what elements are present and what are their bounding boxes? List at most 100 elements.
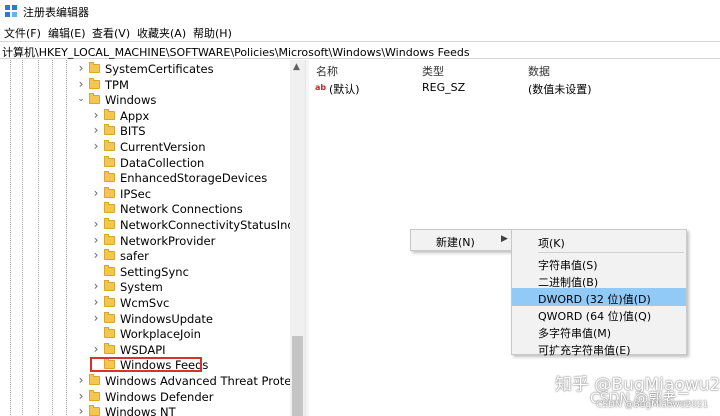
tree-item[interactable]: › Windows Defender [77,389,290,405]
context-new-label: 新建(N) [436,236,475,249]
chevron-right-icon[interactable]: › [91,233,101,247]
scroll-up-icon[interactable]: ▲ [293,62,300,72]
tree-scrollbar[interactable]: ▲ [290,60,305,416]
address-path[interactable]: 计算机\HKEY_LOCAL_MACHINE\SOFTWARE\Policies… [2,44,470,60]
menu-edit[interactable]: 编辑(E) [48,25,86,41]
chevron-right-icon[interactable]: › [91,311,101,325]
chevron-down-icon[interactable]: ⌄ [76,94,86,104]
tree-item-label: WorkplaceJoin [120,327,201,342]
folder-icon [104,186,115,198]
column-type-header[interactable]: 类型 [422,63,444,79]
tree-item-label: Network Connections [120,202,243,217]
chevron-right-icon[interactable]: › [91,295,101,309]
address-bar[interactable]: 计算机\HKEY_LOCAL_MACHINE\SOFTWARE\Policies… [0,41,720,59]
folder-icon [89,62,100,73]
folder-icon [104,249,115,261]
tree-item[interactable]: › Windows Advanced Threat Protectio [77,373,290,389]
tree-item[interactable]: DataCollection [92,155,290,171]
tree-item[interactable]: › SystemCertificates [77,61,290,77]
folder-icon [89,405,100,416]
tree-item-label: Windows [105,93,157,108]
tree-item-label: EnhancedStorageDevices [120,171,268,186]
chevron-right-icon[interactable]: › [91,108,101,122]
tree-item[interactable]: › Windows NT [77,404,290,416]
chevron-right-icon[interactable]: › [76,389,86,403]
menu-view[interactable]: 查看(V) [92,25,130,41]
folder-icon [104,264,115,276]
menu-bar: 文件(F) 编辑(E) 查看(V) 收藏夹(A) 帮助(H) [0,23,720,41]
tree-item[interactable]: SettingSync [92,264,290,280]
folder-icon [104,171,115,183]
tree-item[interactable]: › TPM [77,77,290,93]
chevron-right-icon[interactable]: › [91,248,101,262]
tree-item[interactable]: › IPSec [92,186,290,202]
tree-item[interactable]: EnhancedStorageDevices [92,170,290,186]
submenu-item-qword[interactable]: QWORD (64 位)值(Q) [512,305,686,323]
tree-item[interactable]: Network Connections [92,201,290,217]
menu-help[interactable]: 帮助(H) [193,25,232,41]
chevron-right-icon[interactable]: › [76,61,86,75]
tree-item-label: System [120,280,163,295]
tree-item-label: BITS [120,124,146,139]
tree-item[interactable]: › WindowsUpdate [92,311,290,327]
submenu-item-label: 可扩充字符串值(E) [538,344,631,357]
menu-file[interactable]: 文件(F) [4,25,41,41]
tree-item-label: Windows Defender [105,389,214,404]
menu-favorites[interactable]: 收藏夹(A) [137,25,186,41]
value-type: REG_SZ [422,81,466,94]
tree-item-label: Appx [120,108,150,123]
submenu-item-multistring[interactable]: 多字符串值(M) [512,322,686,340]
tree-item[interactable]: › safer [92,248,290,264]
highlight-box [90,357,202,372]
tree-guide-line [22,60,23,416]
submenu-item-binary[interactable]: 二进制值(B) [512,271,686,289]
value-data: (数值未设置) [528,83,592,96]
context-menu: 新建(N) ▶ [410,229,514,251]
folder-icon [104,218,115,229]
tree-guide-line [38,60,39,416]
tree-item[interactable]: › NetworkProvider [92,233,290,249]
chevron-right-icon[interactable]: › [91,186,101,200]
tree-item[interactable]: › BITS [92,123,290,139]
submenu-item-dword[interactable]: DWORD (32 位)值(D) [512,288,686,306]
chevron-right-icon[interactable]: › [91,139,101,153]
tree-item[interactable]: WorkplaceJoin [92,326,290,342]
folder-icon [89,389,100,401]
tree-item[interactable]: › NetworkConnectivityStatusIndica [92,217,290,233]
context-new-item[interactable]: 新建(N) ▶ [411,231,513,249]
folder-icon [104,155,115,167]
folder-icon [104,342,115,354]
tree-item[interactable]: › WSDAPI [92,342,290,358]
chevron-right-icon[interactable]: › [76,77,86,91]
chevron-right-icon[interactable]: › [91,217,101,231]
tree-item[interactable]: ⌄ Windows [77,92,290,108]
value-row[interactable]: ab (默认) REG_SZ (数值未设置) [309,80,720,96]
string-value-icon: ab [315,83,327,92]
chevron-right-icon[interactable]: › [91,279,101,293]
chevron-right-icon[interactable]: › [76,404,86,416]
tree-item[interactable]: › Appx [92,108,290,124]
scroll-thumb[interactable] [292,336,303,416]
tree-item-label: DataCollection [120,155,205,170]
folder-icon [104,280,115,292]
tree-item-label: IPSec [120,186,152,201]
tree-item[interactable]: › System [92,279,290,295]
folder-icon [104,233,115,245]
folder-icon [104,327,115,339]
chevron-right-icon[interactable]: › [76,373,86,387]
tree-item-label: NetworkProvider [120,233,216,248]
folder-icon [104,296,115,307]
chevron-right-icon[interactable]: › [91,123,101,137]
tree-item-label: safer [120,249,149,264]
submenu-item-string[interactable]: 字符串值(S) [512,254,686,272]
tree-item[interactable]: › CurrentVersion [92,139,290,155]
chevron-right-icon[interactable]: › [91,342,101,356]
tree-item[interactable]: › WcmSvc [92,295,290,311]
submenu-item-expandstring[interactable]: 可扩充字符串值(E) [512,339,686,357]
column-name-header[interactable]: 名称 [316,63,338,79]
watermark-csdn-small: CSDN @BugMiaowu2021 [596,400,709,410]
column-data-header[interactable]: 数据 [528,63,550,79]
tree-guide-line [52,60,53,416]
tree-item-label: CurrentVersion [120,140,206,154]
submenu-item-key[interactable]: 项(K) [512,232,686,250]
